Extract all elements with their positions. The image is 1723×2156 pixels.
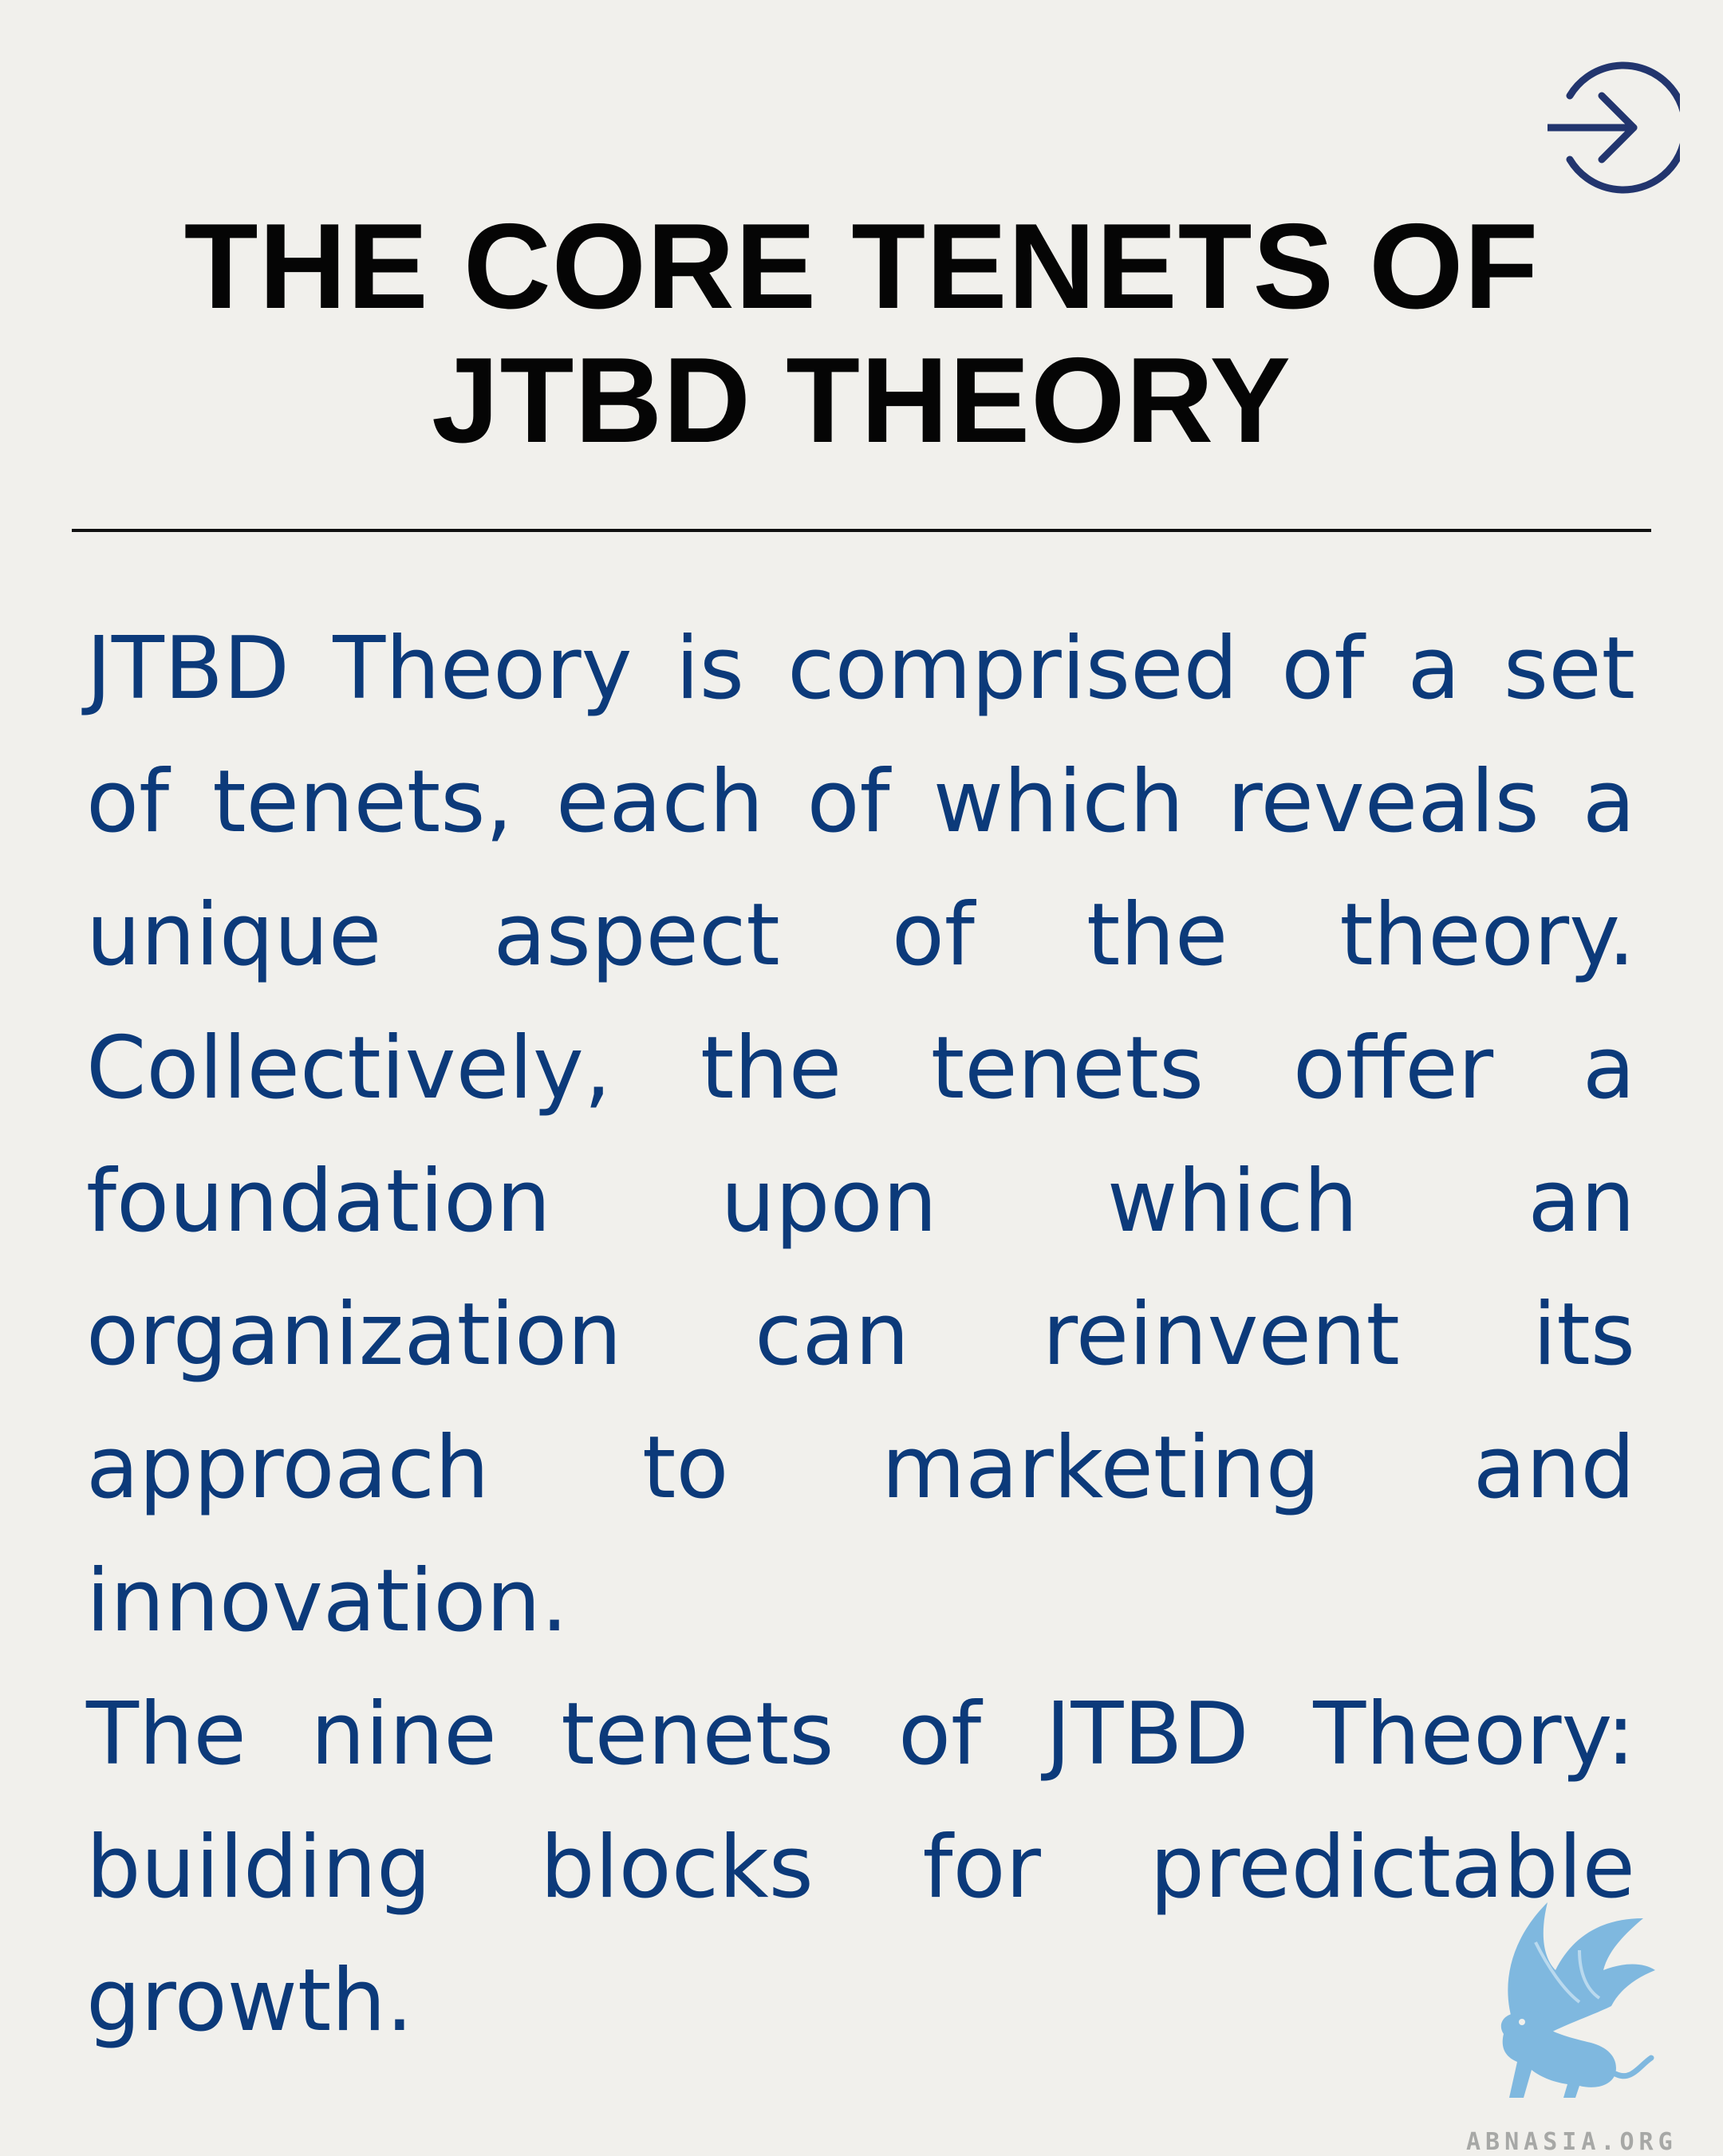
- logo-text: ABNASIA.ORG: [1466, 2128, 1678, 2156]
- body-text: JTBD Theory is comprised of a set of ten…: [86, 602, 1635, 2067]
- intro-paragraph: JTBD Theory is comprised of a set of ten…: [86, 619, 1635, 1651]
- title-divider: [72, 529, 1651, 532]
- tenets-paragraph: The nine tenets of JTBD Theory: building…: [86, 1685, 1635, 2051]
- griffin-logo-icon: [1460, 1894, 1659, 2102]
- page-title: THE CORE TENETS OF JTBD THEORY: [48, 199, 1675, 467]
- next-slide-arrow-icon[interactable]: [1548, 56, 1680, 199]
- title-line-2: JTBD THEORY: [432, 333, 1291, 468]
- title-line-1: THE CORE TENETS OF: [183, 199, 1540, 334]
